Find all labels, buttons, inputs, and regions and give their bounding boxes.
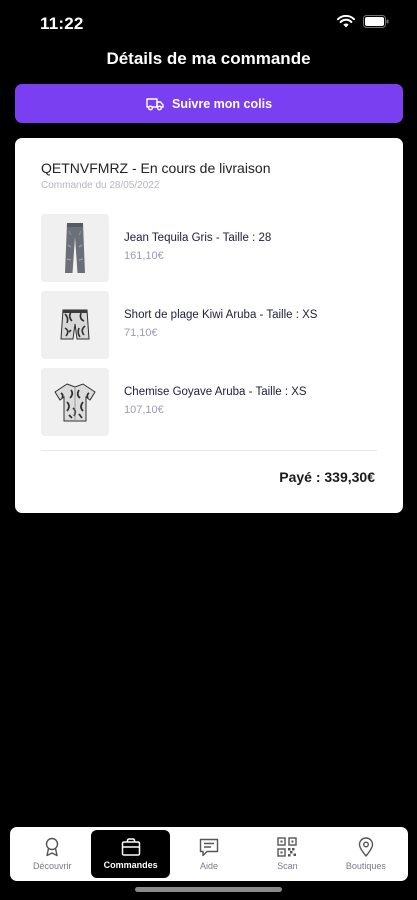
page-title: Détails de ma commande: [106, 49, 311, 68]
tab-bar: Découvrir Commandes Aide Scan Boutiques: [10, 827, 408, 881]
tab-label: Boutiques: [345, 861, 386, 871]
tab-label: Découvrir: [32, 861, 72, 871]
tab-label: Aide: [200, 860, 219, 871]
order-item[interactable]: Chemise Goyave Aruba - Taille : XS 107,1…: [41, 368, 381, 436]
shirt-thumbnail: [41, 368, 109, 436]
item-price: 161,10€: [124, 250, 164, 262]
divider: [41, 450, 377, 451]
tab-boutiques[interactable]: Boutiques: [327, 830, 405, 878]
track-parcel-label: Suivre mon colis: [171, 96, 273, 111]
track-parcel-button[interactable]: Suivre mon colis: [15, 84, 403, 123]
order-card: QETNVFMRZ - En cours de livraison Comman…: [15, 138, 403, 513]
qr-code-icon: [277, 837, 298, 857]
jeans-thumbnail: [41, 214, 109, 282]
order-item[interactable]: Jean Tequila Gris - Taille : 28 161,10€: [41, 214, 381, 282]
truck-icon: [146, 97, 164, 110]
award-icon: [46, 837, 59, 857]
bag-icon: [121, 838, 140, 856]
home-indicator[interactable]: [135, 887, 282, 892]
item-name: Chemise Goyave Aruba - Taille : XS: [124, 386, 307, 398]
order-total: Payé : 339,30€: [279, 469, 375, 485]
item-price: 107,10€: [124, 404, 164, 416]
battery-icon: [363, 15, 389, 28]
status-time: 11:22: [40, 14, 84, 33]
tab-label: Commandes: [103, 860, 158, 870]
order-date: Commande du 28/05/2022: [41, 180, 160, 191]
chat-icon: [199, 838, 219, 856]
tab-decouvrir[interactable]: Découvrir: [13, 830, 91, 878]
item-name: Jean Tequila Gris - Taille : 28: [124, 232, 272, 244]
tab-label: Scan: [277, 861, 298, 871]
status-icons: [337, 15, 389, 28]
order-item[interactable]: Short de plage Kiwi Aruba - Taille : XS …: [41, 291, 381, 359]
shorts-thumbnail: [41, 291, 109, 359]
tab-commandes[interactable]: Commandes: [91, 830, 170, 878]
wifi-icon: [337, 15, 355, 28]
item-price: 71,10€: [124, 327, 158, 339]
item-name: Short de plage Kiwi Aruba - Taille : XS: [124, 309, 318, 321]
tab-scan[interactable]: Scan: [248, 830, 326, 878]
map-pin-icon: [358, 837, 374, 857]
tab-aide[interactable]: Aide: [170, 830, 248, 878]
order-title: QETNVFMRZ - En cours de livraison: [41, 160, 271, 176]
status-bar: 11:22: [0, 0, 417, 44]
